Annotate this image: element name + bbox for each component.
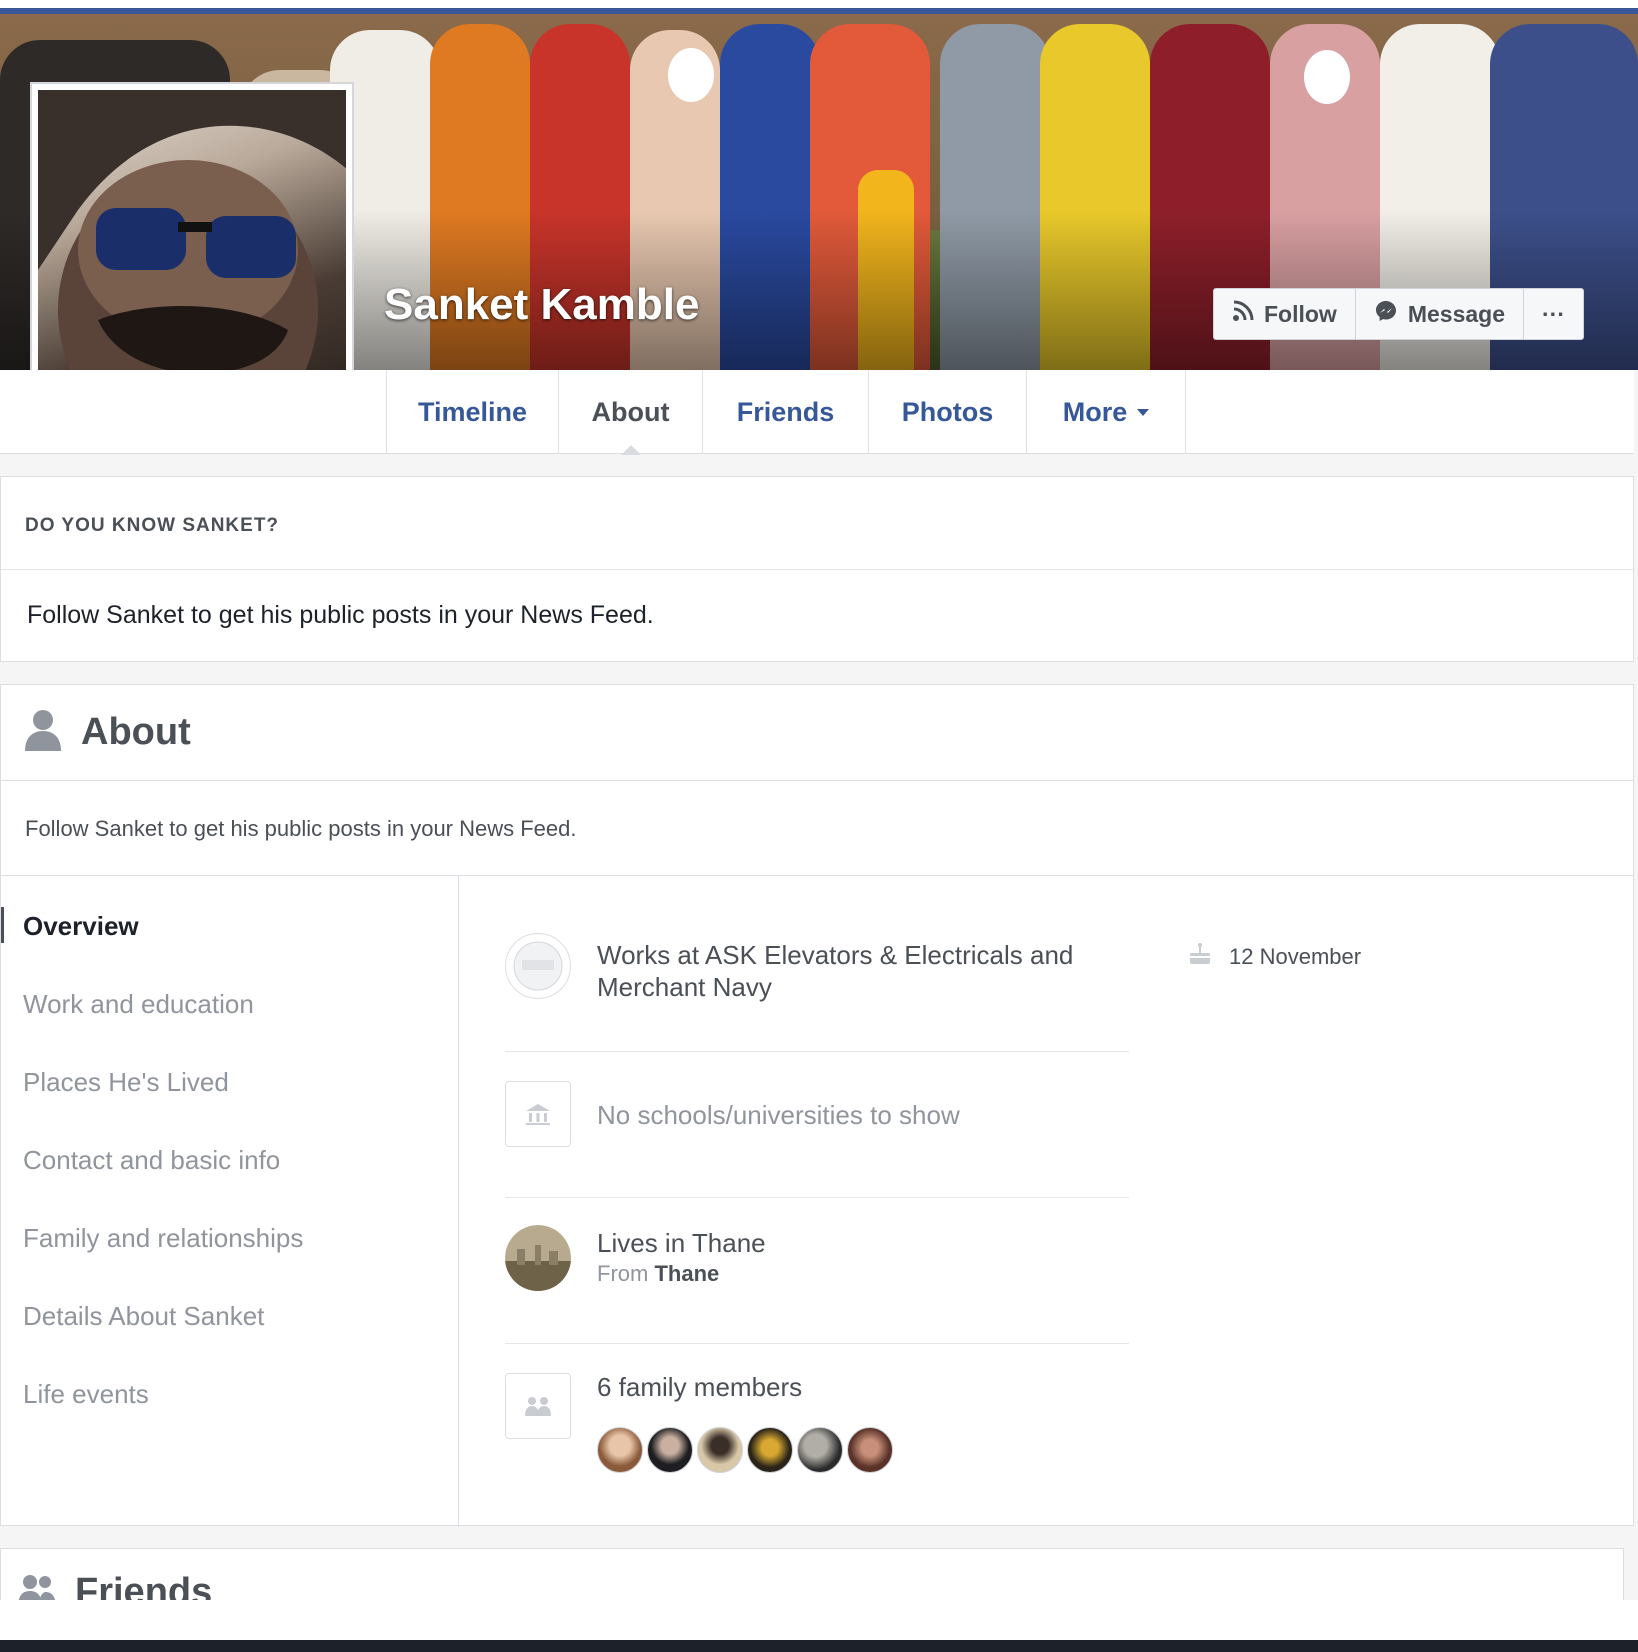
- about-nav-life-events[interactable]: Life events: [23, 1379, 149, 1410]
- profile-picture[interactable]: [30, 82, 354, 408]
- overview-location: Lives in Thane From Thane: [505, 1225, 1129, 1295]
- about-card: About Follow Sanket to get his public po…: [0, 684, 1634, 1527]
- messenger-icon: [1374, 299, 1398, 329]
- about-overview: Works at ASK Elevators & Electricals and…: [459, 875, 1633, 1527]
- employer-logo-icon[interactable]: [505, 933, 571, 999]
- window-top-edge: [0, 0, 1638, 14]
- family-member-avatar[interactable]: [847, 1427, 893, 1473]
- rss-icon: [1232, 300, 1254, 328]
- tab-label: Photos: [901, 396, 994, 427]
- ellipsis-icon: ···: [1542, 300, 1565, 327]
- divider: [505, 1197, 1129, 1198]
- about-header: About: [1, 685, 1633, 781]
- overview-family: 6 family members: [505, 1371, 1129, 1481]
- lives-in-text[interactable]: Lives in Thane: [597, 1227, 766, 1259]
- family-member-avatar[interactable]: [647, 1427, 693, 1473]
- family-member-avatar[interactable]: [797, 1427, 843, 1473]
- about-nav-details[interactable]: Details About Sanket: [23, 1301, 264, 1332]
- divider: [505, 1051, 1129, 1052]
- family-member-avatar[interactable]: [597, 1427, 643, 1473]
- profile-tabs: Timeline About Friends Photos More: [386, 370, 1186, 455]
- about-subtitle: Follow Sanket to get his public posts in…: [25, 816, 577, 841]
- about-nav-places-lived[interactable]: Places He's Lived: [23, 1067, 229, 1098]
- tab-label: Friends: [736, 396, 835, 427]
- school-icon: [505, 1081, 571, 1147]
- city-photo-icon[interactable]: [505, 1225, 571, 1291]
- do-you-know-title: DO YOU KNOW SANKET?: [25, 515, 280, 536]
- about-nav-overview[interactable]: Overview: [1, 907, 139, 943]
- family-icon: [505, 1373, 571, 1439]
- about-nav-contact-info[interactable]: Contact and basic info: [23, 1145, 280, 1176]
- tab-more[interactable]: More: [1026, 370, 1186, 454]
- profile-tab-bar: Timeline About Friends Photos More: [0, 370, 1634, 455]
- work-line-1: Works at ASK Elevators & Electricals and: [597, 940, 1074, 970]
- no-schools-text: No schools/universities to show: [597, 1100, 960, 1130]
- about-nav-work-education[interactable]: Work and education: [23, 989, 254, 1020]
- do-you-know-text: Follow Sanket to get his public posts in…: [27, 600, 654, 629]
- family-avatars: [597, 1427, 893, 1473]
- blurred-face: [1304, 50, 1350, 104]
- blurred-face: [668, 48, 714, 102]
- follow-button[interactable]: Follow: [1214, 289, 1356, 339]
- tab-friends[interactable]: Friends: [702, 370, 868, 454]
- hometown-city[interactable]: Thane: [654, 1261, 719, 1286]
- message-label: Message: [1407, 300, 1505, 327]
- divider: [505, 1343, 1129, 1344]
- tab-label: More: [1062, 396, 1128, 427]
- about-nav-family-relationships[interactable]: Family and relationships: [23, 1223, 303, 1254]
- hometown-prefix: From: [597, 1261, 649, 1286]
- birthday-text: 12 November: [1229, 944, 1362, 969]
- chevron-down-icon: [1137, 408, 1150, 416]
- more-options-button[interactable]: ···: [1524, 289, 1583, 339]
- tab-timeline[interactable]: Timeline: [386, 370, 558, 454]
- do-you-know-card: DO YOU KNOW SANKET? Follow Sanket to get…: [0, 476, 1634, 662]
- family-member-avatar[interactable]: [697, 1427, 743, 1473]
- work-line-2: Merchant Navy: [597, 972, 772, 1002]
- follow-label: Follow: [1264, 300, 1337, 327]
- profile-name[interactable]: Sanket Kamble: [384, 280, 699, 330]
- family-member-avatar[interactable]: [747, 1427, 793, 1473]
- person-icon: [23, 709, 63, 756]
- profile-page: Sanket Kamble Follow Message ··· Timelin…: [0, 0, 1638, 1652]
- avatar-illustration: [38, 90, 346, 400]
- overview-work: Works at ASK Elevators & Electricals and…: [505, 933, 1129, 1013]
- cake-icon: [1187, 941, 1213, 973]
- about-nav: Overview Work and education Places He's …: [1, 875, 459, 1527]
- tab-label: About: [591, 396, 670, 427]
- overview-education: No schools/universities to show: [505, 1081, 1129, 1151]
- profile-picture-image: [38, 90, 346, 400]
- about-title: About: [81, 711, 191, 753]
- work-text[interactable]: Works at ASK Elevators & Electricals and…: [597, 939, 1073, 1003]
- window-bottom-edge: [0, 1600, 1638, 1652]
- tab-label: Timeline: [417, 396, 528, 427]
- overview-birthday: 12 November: [1187, 941, 1361, 973]
- tab-about[interactable]: About: [558, 370, 702, 455]
- message-button[interactable]: Message: [1356, 289, 1524, 339]
- family-members-text[interactable]: 6 family members: [597, 1371, 802, 1403]
- hometown-text: From Thane: [597, 1261, 719, 1287]
- tab-photos[interactable]: Photos: [868, 370, 1026, 454]
- cover-action-bar: Follow Message ···: [1213, 288, 1584, 340]
